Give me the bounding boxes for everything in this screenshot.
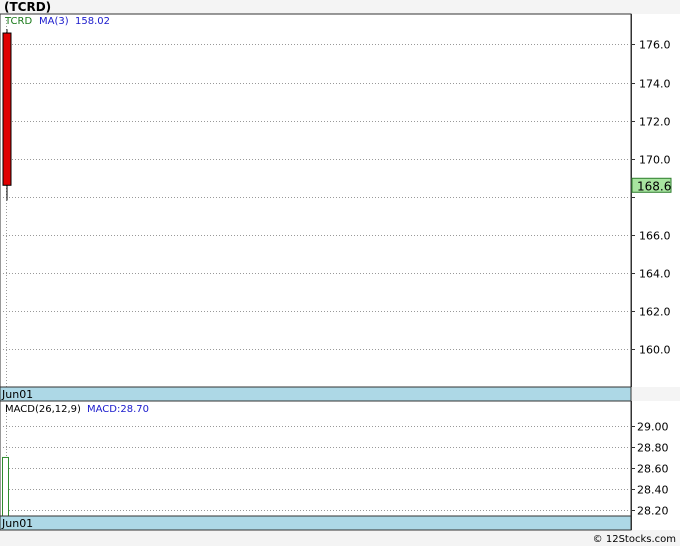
price-tick-label: 166.0	[639, 230, 671, 243]
price-legend: TCRD MA(3) 158.02	[4, 16, 110, 27]
macd-date-label: Jun01	[1, 517, 33, 530]
price-tick-label: 164.0	[639, 268, 671, 281]
legend-symbol: TCRD	[4, 16, 32, 27]
macd-legend: MACD(26,12,9) MACD:28.70	[5, 404, 149, 415]
macd-panel: 28.20 28.40 28.60 28.80 29.00 MACD(26,12,9) …	[0, 400, 680, 531]
footer-credit: © 12Stocks.com	[593, 534, 676, 545]
candle-body	[2, 32, 12, 186]
last-price-marker: 168.6	[631, 177, 672, 193]
macd-tick-label: 29.00	[637, 421, 669, 434]
legend-macd-params: MACD(26,12,9)	[5, 404, 81, 415]
price-tick-label: 170.0	[639, 154, 671, 167]
macd-tick-label: 28.20	[637, 505, 669, 518]
legend-ma-label: MA(3)	[39, 16, 69, 27]
price-tick-label: 162.0	[639, 306, 671, 319]
legend-macd-value: MACD:28.70	[87, 404, 149, 415]
legend-ma-value: 158.02	[75, 16, 110, 27]
price-date-bar	[0, 386, 632, 402]
macd-tick-label: 28.60	[637, 463, 669, 476]
macd-tick-label: 28.40	[637, 484, 669, 497]
price-tick-label: 160.0	[639, 344, 671, 357]
macd-date-bar	[0, 515, 632, 531]
price-tick-label: 174.0	[639, 78, 671, 91]
macd-bars	[2, 456, 9, 517]
macd-bar	[2, 456, 9, 517]
price-axis-area	[631, 14, 680, 387]
chart-title: (TCRD)	[4, 0, 51, 14]
price-plot-area	[0, 13, 632, 388]
price-panel: 160.0 162.0 164.0 166.0 170.0 172.0 174.0 176.0…	[0, 13, 680, 402]
last-price-label: 168.6	[637, 179, 671, 193]
price-tick-label: 172.0	[639, 116, 671, 129]
price-date-label: Jun01	[1, 388, 33, 401]
chart-canvas: (TCRD) 160.0 162.0 164.0 166.0 170.0 172.0 174…	[0, 0, 680, 545]
candles	[2, 29, 12, 201]
price-tick-label: 176.0	[639, 39, 671, 52]
macd-tick-label: 28.80	[637, 442, 669, 455]
macd-plot-area	[0, 400, 632, 517]
